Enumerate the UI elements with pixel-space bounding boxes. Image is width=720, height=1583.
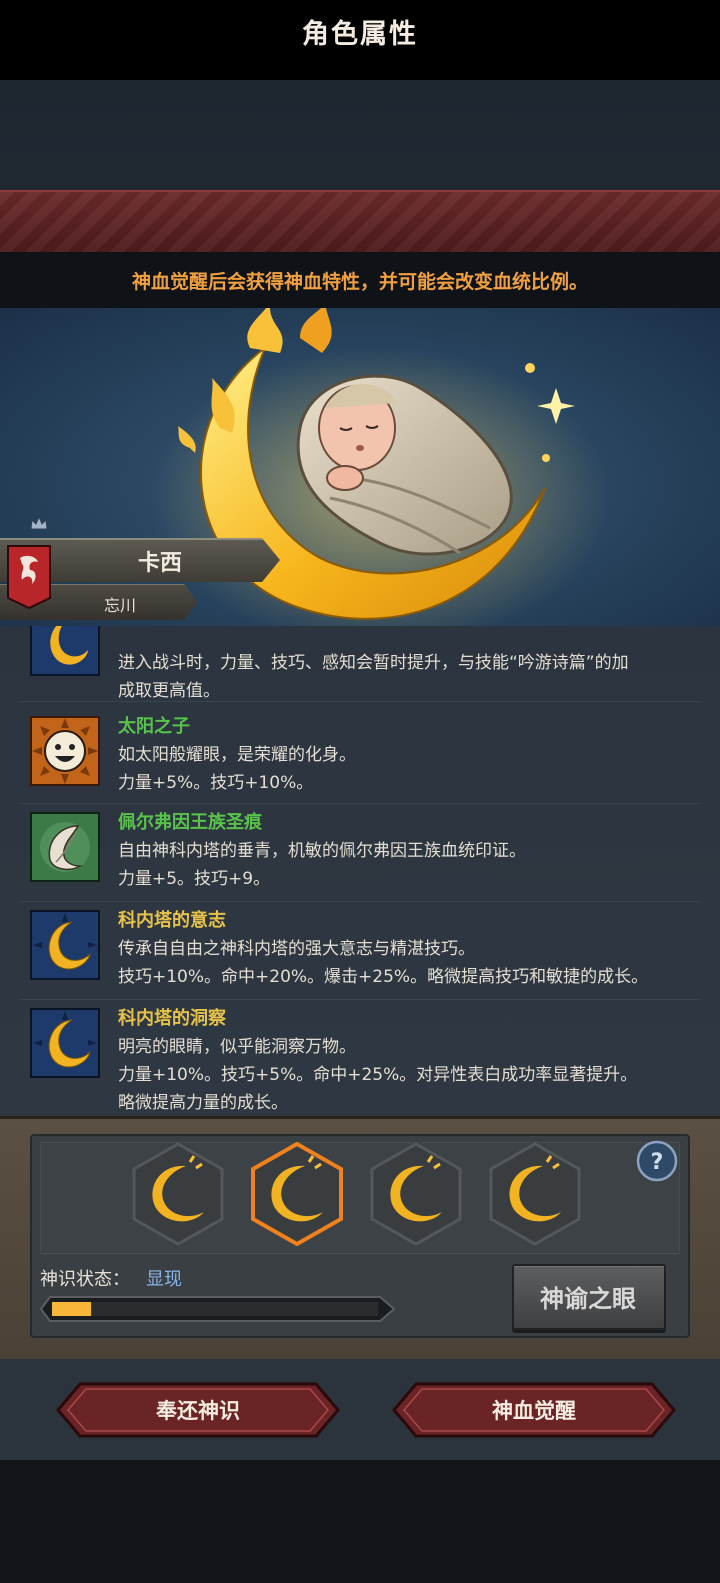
trait-description: 进入战斗时，力量、技巧、感知会暂时提升，与技能“吟游诗篇”的加 xyxy=(118,653,629,673)
trait-name: 佩尔弗因王族圣痕 xyxy=(118,812,262,833)
trait-name: 太阳之子 xyxy=(118,716,190,737)
question-icon[interactable]: ? xyxy=(636,1140,678,1182)
faction-banner-icon xyxy=(7,545,51,610)
awareness-state-label: 神识状态： xyxy=(40,1269,130,1290)
trait-description: 明亮的眼睛，似乎能洞察万物。 xyxy=(118,1037,356,1057)
trait-description: 传承自自由之神科内塔的强大意志与精湛技巧。 xyxy=(118,939,475,959)
awakening-slot-1[interactable] xyxy=(130,1142,226,1246)
return-awareness-label: 奉还神识 xyxy=(156,1399,240,1423)
trait-stats: 略微提高力量的成长。 xyxy=(118,1093,288,1113)
feather-icon xyxy=(30,812,100,882)
footer-bar xyxy=(0,1460,720,1583)
awakening-slot-4[interactable] xyxy=(487,1142,583,1246)
trait-stats: 力量+5%。技巧+10%。 xyxy=(118,773,314,793)
trait-description: 自由神科内塔的垂青，机敏的佩尔弗因王族血统印证。 xyxy=(118,841,526,861)
trait-item: 佩尔弗因王族圣痕 自由神科内塔的垂青，机敏的佩尔弗因王族血统印证。 力量+5。技… xyxy=(0,806,720,902)
trait-item: 太阳之子 如太阳般耀眼，是荣耀的化身。 力量+5%。技巧+10%。 xyxy=(0,708,720,804)
trait-name: 科内塔的洞察 xyxy=(118,1008,226,1029)
trait-item: 科内塔的洞察 明亮的眼睛，似乎能洞察万物。 力量+10%。技巧+5%。命中+25… xyxy=(0,1002,720,1116)
blood-awaken-label: 神血觉醒 xyxy=(492,1399,576,1423)
moon-icon xyxy=(30,910,100,980)
progress-fill xyxy=(52,1302,92,1316)
awakening-slot-2[interactable] xyxy=(249,1142,345,1246)
trait-description: 如太阳般耀眼，是荣耀的化身。 xyxy=(118,745,356,765)
notice-text: 神血觉醒后会获得神血特性，并可能会改变血统比例。 xyxy=(131,271,588,293)
trait-description: 成取更高值。 xyxy=(118,681,220,701)
svg-text:?: ? xyxy=(651,1150,664,1175)
trait-stats: 技巧+10%。命中+20%。爆击+25%。略微提高技巧和敏捷的成长。 xyxy=(118,967,649,987)
trait-name: 科内塔的意志 xyxy=(118,910,226,931)
trait-item: 科内塔的意志 传承自自由之神科内塔的强大意志与精湛技巧。 技巧+10%。命中+2… xyxy=(0,904,720,1000)
awakening-slot-3[interactable] xyxy=(368,1142,464,1246)
trait-stats: 力量+10%。技巧+5%。命中+25%。对异性表白成功率显著提升。 xyxy=(118,1065,638,1085)
awareness-state-value: 显现 xyxy=(146,1269,182,1290)
moon-icon xyxy=(30,1008,100,1078)
page-title: 角色属性 xyxy=(302,19,418,50)
rank-crown-icon xyxy=(30,515,48,530)
notice-banner: 神血觉醒后会获得神血特性，并可能会改变血统比例。 xyxy=(0,252,720,308)
sun-face-icon xyxy=(30,716,100,786)
trait-list[interactable]: 进入战斗时，力量、技巧、感知会暂时提升，与技能“吟游诗篇”的加 成取更高值。 太… xyxy=(0,626,720,1116)
oracle-eye-label: 神谕之眼 xyxy=(540,1285,636,1313)
title-bar xyxy=(0,190,720,254)
trait-item: 进入战斗时，力量、技巧、感知会暂时提升，与技能“吟游诗篇”的加 成取更高值。 xyxy=(0,626,720,702)
moon-icon xyxy=(30,626,100,676)
awareness-progress-bar xyxy=(40,1296,395,1322)
trait-stats: 力量+5。技巧+9。 xyxy=(118,869,271,889)
